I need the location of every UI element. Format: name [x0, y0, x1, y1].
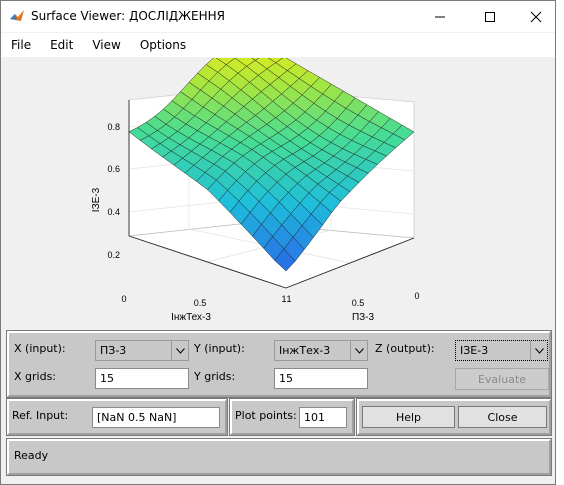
x-tick: 0.5 [194, 298, 207, 308]
y-tick: 1 [286, 294, 291, 304]
z-output-value: ІЗЕ-3 [460, 344, 489, 357]
y-axis-label: ПЗ-3 [352, 312, 375, 323]
evaluate-button[interactable]: Evaluate [455, 368, 549, 390]
x-axis-label: ІнжТех-3 [171, 312, 211, 323]
plot-points-label: Plot points: [235, 409, 297, 422]
menu-file[interactable]: File [1, 38, 40, 52]
surface-plot-area[interactable]: 0.8 0.6 0.4 0.2 ІЗЕ-3 0 0.5 1 ІнжТех-3 1… [1, 36, 555, 326]
z-axis-label: ІЗЕ-3 [91, 187, 102, 212]
z-tick: 0.2 [107, 250, 120, 260]
z-output-select[interactable]: ІЗЕ-3 [455, 340, 548, 361]
x-input-value: ПЗ-3 [100, 344, 127, 357]
surface-viewer-window: Surface Viewer: ДОСЛІДЖЕННЯ File Edit Vi… [0, 0, 556, 485]
y-input-value: ІнжТех-3 [279, 344, 331, 357]
y-grids-label: Y grids: [194, 370, 236, 383]
variable-selection-panel: X (input): ПЗ-3 Y (input): ІнжТех-3 Z (o… [6, 330, 552, 398]
y-input-label: Y (input): [194, 342, 245, 355]
x-input-label: X (input): [14, 342, 66, 355]
matlab-app-icon [9, 8, 25, 24]
chevron-down-icon [350, 341, 367, 360]
close-window-button[interactable] [513, 1, 559, 32]
y-tick: 0 [414, 291, 419, 301]
x-input-select[interactable]: ПЗ-3 [95, 340, 189, 361]
menu-options[interactable]: Options [130, 38, 195, 52]
y-tick: 0.5 [352, 298, 365, 308]
z-output-label: Z (output): [375, 342, 435, 355]
y-grids-input[interactable]: 15 [274, 368, 368, 389]
menu-view[interactable]: View [82, 38, 129, 52]
help-button[interactable]: Help [362, 406, 455, 428]
z-tick: 0.8 [107, 122, 120, 132]
x-grids-label: X grids: [14, 370, 57, 383]
z-tick: 0.6 [107, 164, 120, 174]
plot-points-input[interactable]: 101 [299, 407, 347, 428]
action-buttons-panel: Help Close [356, 398, 552, 436]
x-tick: 0 [121, 294, 126, 304]
x-grids-input[interactable]: 15 [95, 368, 189, 389]
ref-input-label: Ref. Input: [12, 409, 69, 422]
status-panel: Ready [6, 438, 552, 476]
ref-input-panel: Ref. Input: [NaN 0.5 NaN] [6, 398, 228, 436]
close-button[interactable]: Close [458, 406, 547, 428]
z-tick: 0.4 [107, 207, 120, 217]
minimize-button[interactable] [417, 1, 463, 32]
chevron-down-icon [171, 341, 188, 360]
chevron-down-icon [530, 341, 547, 360]
maximize-button[interactable] [467, 1, 513, 32]
y-input-select[interactable]: ІнжТех-3 [274, 340, 368, 361]
menu-edit[interactable]: Edit [40, 38, 82, 52]
title-bar[interactable]: Surface Viewer: ДОСЛІДЖЕННЯ [1, 1, 555, 32]
menu-bar: File Edit View Options [1, 33, 555, 57]
ref-input-field[interactable]: [NaN 0.5 NaN] [92, 407, 220, 428]
surface-plot[interactable]: 0.8 0.6 0.4 0.2 ІЗЕ-3 0 0.5 1 ІнжТех-3 1… [1, 36, 555, 326]
status-text: Ready [14, 449, 49, 462]
window-title: Surface Viewer: ДОСЛІДЖЕННЯ [31, 9, 225, 23]
plot-points-panel: Plot points: 101 [229, 398, 355, 436]
